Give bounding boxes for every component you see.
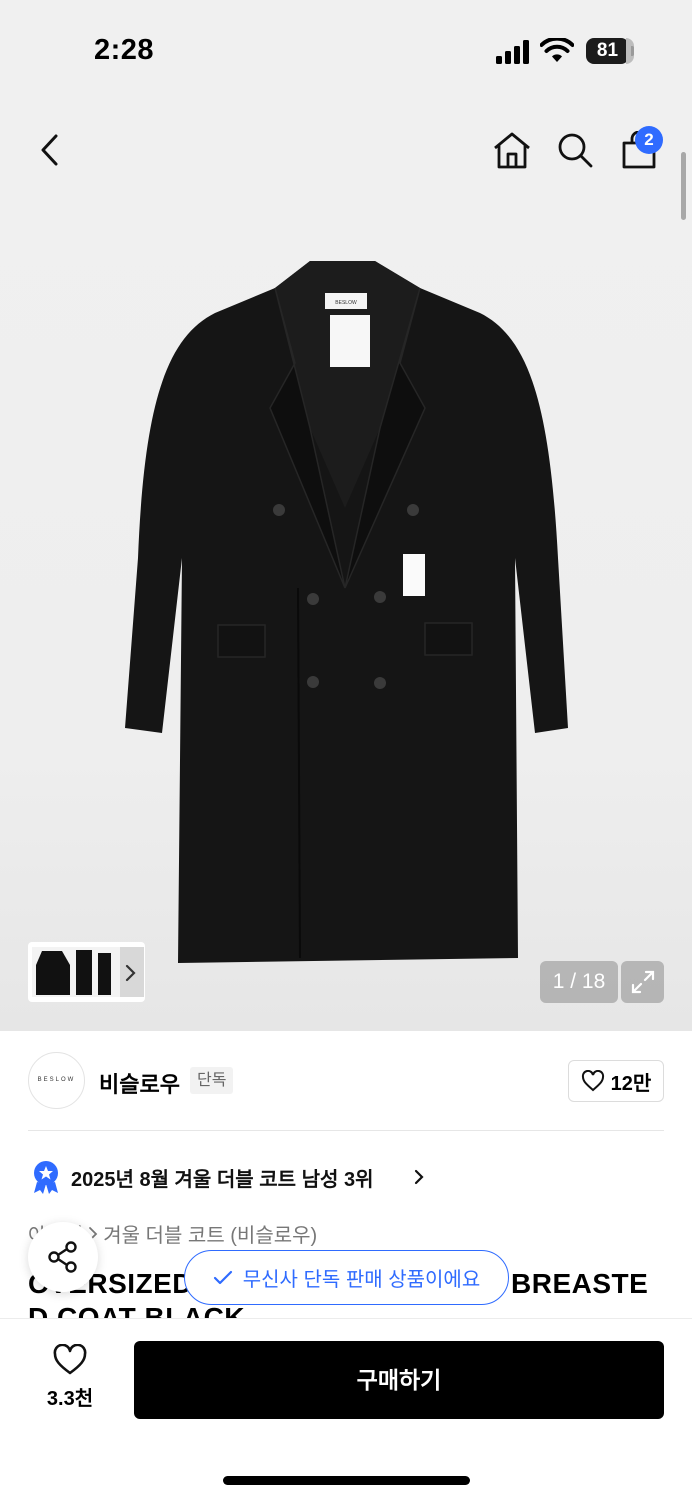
top-navigation [0, 100, 692, 200]
home-indicator [223, 1476, 470, 1485]
product-image-gallery[interactable]: BESLOW [0, 100, 692, 1031]
share-icon [48, 1241, 77, 1273]
divider [28, 1130, 664, 1131]
status-bar: 2:28 81 [0, 0, 692, 100]
heart-icon [581, 1070, 604, 1092]
check-icon [213, 1270, 232, 1284]
wishlist-button[interactable]: 3.3천 [36, 1344, 104, 1414]
battery-indicator: 81 [586, 38, 634, 64]
buy-button[interactable]: 구매하기 [134, 1341, 664, 1419]
home-icon [494, 132, 530, 169]
share-button[interactable] [28, 1222, 98, 1292]
expand-button[interactable] [621, 961, 664, 1003]
brand-name[interactable]: 비슬로우 [99, 1067, 180, 1099]
brand-like-count: 12만 [610, 1072, 652, 1095]
cellular-signal-icon [496, 40, 529, 64]
back-button[interactable] [26, 126, 74, 174]
ranking-link[interactable]: 2025년 8월 겨울 더블 코트 남성 3위 [71, 1163, 373, 1192]
wifi-icon [540, 38, 574, 62]
brand-like-button[interactable]: 12만 [568, 1060, 664, 1102]
product-image: BESLOW [125, 261, 568, 963]
product-title-line1-end: BREASTE [511, 1268, 649, 1299]
expand-icon [631, 970, 654, 994]
chevron-left-icon [41, 134, 58, 166]
battery-percent: 81 [596, 40, 619, 61]
breadcrumb-subcategory[interactable]: 겨울 더블 코트 (비슬로우) [103, 1219, 317, 1248]
chevron-right-icon [414, 1169, 424, 1185]
heart-icon [53, 1344, 87, 1375]
product-image-label: BESLOW [335, 300, 357, 306]
chevron-right-icon[interactable] [121, 963, 139, 983]
exclusive-badge: 단독 [190, 1067, 234, 1094]
exclusive-toast-text: 무신사 단독 판매 상품이에요 [242, 1269, 481, 1291]
search-button[interactable] [551, 126, 599, 174]
search-icon [558, 133, 593, 168]
wishlist-count: 3.3천 [46, 1388, 94, 1410]
brand-logo[interactable]: BESLOW [28, 1052, 85, 1109]
home-button[interactable] [488, 126, 536, 174]
cart-count-badge: 2 [635, 126, 663, 154]
page-counter: 1 / 18 [540, 961, 618, 1003]
exclusive-toast: 무신사 단독 판매 상품이에요 [184, 1250, 509, 1305]
scrollbar-thumb[interactable] [681, 152, 686, 220]
ranking-badge-icon [34, 1161, 58, 1194]
status-time: 2:28 [94, 34, 155, 66]
